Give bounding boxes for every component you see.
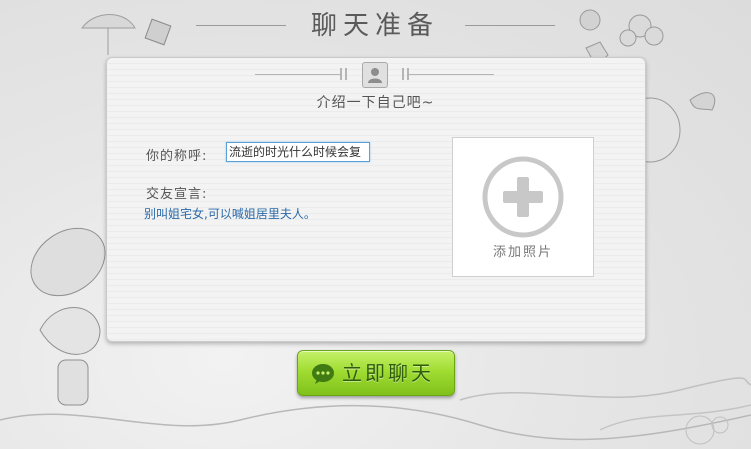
header-rule-right xyxy=(409,74,494,75)
header-tick xyxy=(402,68,404,80)
speech-bubble-icon xyxy=(312,364,334,384)
nickname-label: 你的称呼: xyxy=(146,149,208,164)
add-photo-label: 添加照片 xyxy=(492,245,553,260)
title-rule-right xyxy=(465,25,555,26)
intro-heading: 介绍一下自己吧~ xyxy=(316,95,435,111)
declaration-text[interactable]: 别叫姐宅女,可以喊姐居里夫人。 xyxy=(144,205,316,222)
plus-circle-icon xyxy=(482,156,564,238)
header-rule-left xyxy=(255,74,340,75)
avatar-icon xyxy=(362,62,388,88)
declaration-label: 交友宣言: xyxy=(146,187,208,202)
start-chat-label: 立即聊天 xyxy=(342,361,434,385)
title-rule-left xyxy=(196,25,286,26)
nickname-input[interactable]: 流逝的时光什么时候会复 xyxy=(226,142,370,162)
header-tick xyxy=(345,68,347,80)
add-photo-button[interactable]: 添加照片 xyxy=(452,137,594,277)
header-tick xyxy=(340,68,342,80)
page-title: 聊天准备 xyxy=(310,11,439,41)
start-chat-button[interactable]: 立即聊天 xyxy=(297,350,455,396)
